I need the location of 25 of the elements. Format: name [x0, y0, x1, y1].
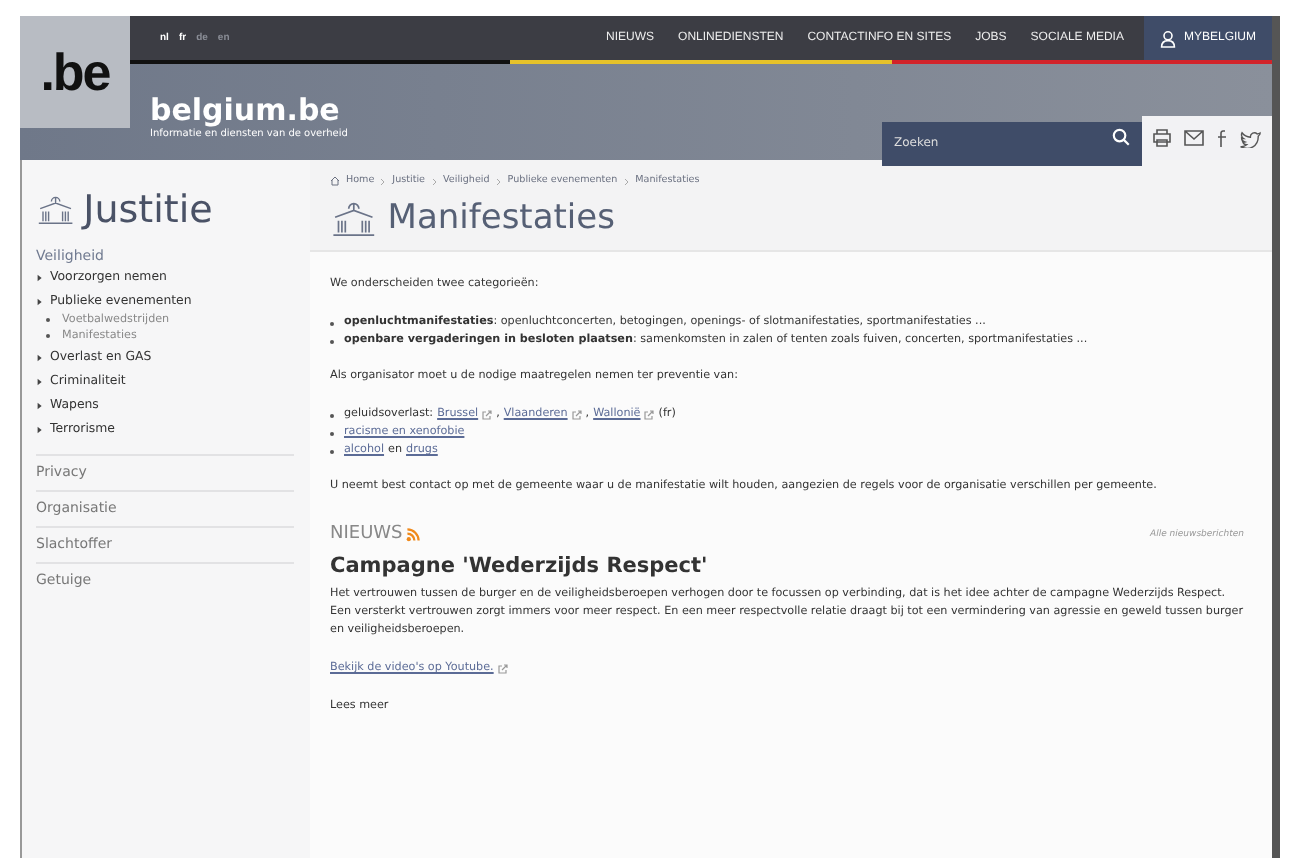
print-icon[interactable]: [1152, 128, 1172, 148]
home-icon: [330, 176, 340, 186]
external-link-icon: [497, 664, 508, 674]
chevron-icon: [36, 297, 44, 305]
chevron-icon: [36, 353, 44, 361]
building-icon: [330, 201, 378, 235]
external-link-icon: [644, 410, 655, 420]
chevron-icon: [36, 425, 44, 433]
chevron-icon: [36, 401, 44, 409]
site-logo[interactable]: .be: [20, 16, 130, 128]
chevron-icon: [36, 377, 44, 385]
site-title[interactable]: belgium.be: [150, 92, 348, 128]
user-icon: [1159, 29, 1176, 47]
mail-icon[interactable]: [1184, 130, 1204, 146]
twitter-icon[interactable]: [1240, 129, 1262, 147]
news-title[interactable]: Campagne 'Wederzijds Respect': [330, 554, 1244, 578]
news-heading: NIEUWS: [330, 524, 403, 544]
search-icon[interactable]: [1112, 128, 1130, 146]
external-link-icon: [571, 410, 582, 420]
facebook-icon[interactable]: [1216, 128, 1228, 148]
building-icon: [36, 196, 76, 224]
external-link-icon: [482, 410, 493, 420]
chevron-icon: [36, 273, 44, 281]
sidebar-title[interactable]: Justitie: [83, 188, 213, 232]
page-title: Manifestaties: [387, 198, 615, 238]
